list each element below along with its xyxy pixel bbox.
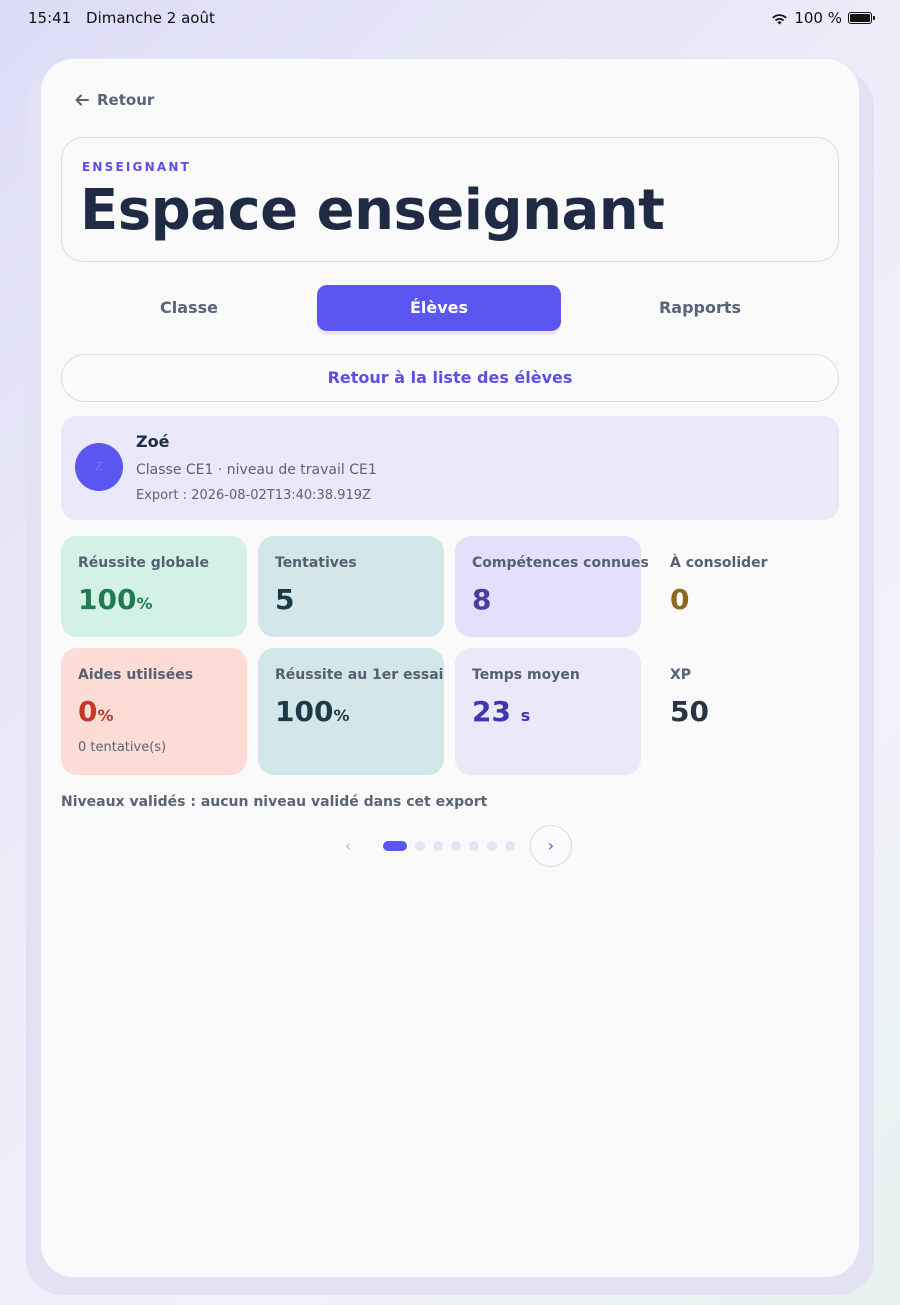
tab-bar: Classe Élèves Rapports <box>61 285 839 333</box>
battery-icon <box>848 12 875 24</box>
back-button-label: Retour <box>97 91 155 109</box>
arrow-left-icon <box>75 94 89 106</box>
stat-label: Temps moyen <box>472 667 580 683</box>
pager: ‹ › <box>331 825 581 867</box>
wifi-icon <box>772 13 788 24</box>
status-date: Dimanche 2 août <box>86 9 215 27</box>
student-class: Classe CE1 · niveau de travail CE1 <box>136 462 377 478</box>
pager-dot[interactable] <box>433 841 443 851</box>
status-bar: 15:41 Dimanche 2 août 100 % <box>0 0 900 36</box>
pager-dot[interactable] <box>505 841 515 851</box>
pager-dot[interactable] <box>469 841 479 851</box>
stat-label: Réussite au 1er essai <box>275 667 444 683</box>
stat-skills: Compétences connues 8 <box>455 536 649 637</box>
stat-label: XP <box>670 667 692 683</box>
stat-label: À consolider <box>670 555 768 571</box>
avatar: Z <box>75 443 123 491</box>
pager-dot[interactable] <box>415 841 425 851</box>
stat-label: Aides utilisées <box>78 667 194 683</box>
student-export: Export : 2026-08-02T13:40:38.919Z <box>136 488 371 503</box>
stat-xp: XP 50 <box>653 648 839 775</box>
stat-label: Réussite globale <box>78 555 209 571</box>
status-left: 15:41 Dimanche 2 août <box>28 9 225 27</box>
stat-value: 100% <box>78 583 153 616</box>
stat-value: 100% <box>275 695 350 728</box>
pager-next-button[interactable]: › <box>530 825 572 867</box>
pager-dot[interactable] <box>487 841 497 851</box>
student-name: Zoé <box>136 432 170 451</box>
stat-consolidate: À consolider 0 <box>653 536 839 637</box>
stat-note: 0 tentative(s) <box>78 740 167 755</box>
stat-avg-time: Temps moyen 23 s <box>455 648 641 775</box>
stat-success: Réussite globale 100% <box>61 536 247 637</box>
pager-dot[interactable] <box>383 841 407 851</box>
pager-dots <box>383 841 515 851</box>
tab-rapports[interactable]: Rapports <box>573 285 827 331</box>
stat-value: 23 s <box>472 695 531 728</box>
student-card: Z Zoé Classe CE1 · niveau de travail CE1… <box>61 416 839 520</box>
levels-summary: Niveaux validés : aucun niveau validé da… <box>61 794 488 810</box>
stat-value: 0 <box>670 583 690 616</box>
status-right: 100 % <box>771 9 875 27</box>
stat-label: Tentatives <box>275 555 357 571</box>
tab-eleves[interactable]: Élèves <box>317 285 561 331</box>
stat-value: 0% <box>78 695 114 728</box>
battery-percent: 100 % <box>794 9 842 27</box>
pager-prev-button[interactable]: ‹ <box>331 825 365 867</box>
stat-label: Compétences connues <box>472 555 649 571</box>
stat-value: 50 <box>670 695 709 728</box>
stat-hints: Aides utilisées 0% 0 tentative(s) <box>61 648 247 775</box>
header-eyebrow: ENSEIGNANT <box>82 160 191 174</box>
page-header: ENSEIGNANT Espace enseignant <box>61 137 839 262</box>
main-card: Retour ENSEIGNANT Espace enseignant Clas… <box>40 58 860 1278</box>
back-to-list-button[interactable]: Retour à la liste des élèves <box>61 354 839 402</box>
pager-dot[interactable] <box>451 841 461 851</box>
stat-value: 8 <box>472 583 492 616</box>
back-button[interactable]: Retour <box>75 91 154 109</box>
stat-value: 5 <box>275 583 295 616</box>
stat-first-try: Réussite au 1er essai 100% <box>258 648 444 775</box>
status-time: 15:41 <box>28 9 72 27</box>
stat-attempts: Tentatives 5 <box>258 536 444 637</box>
tab-classe[interactable]: Classe <box>61 285 317 331</box>
page-title: Espace enseignant <box>80 178 665 243</box>
